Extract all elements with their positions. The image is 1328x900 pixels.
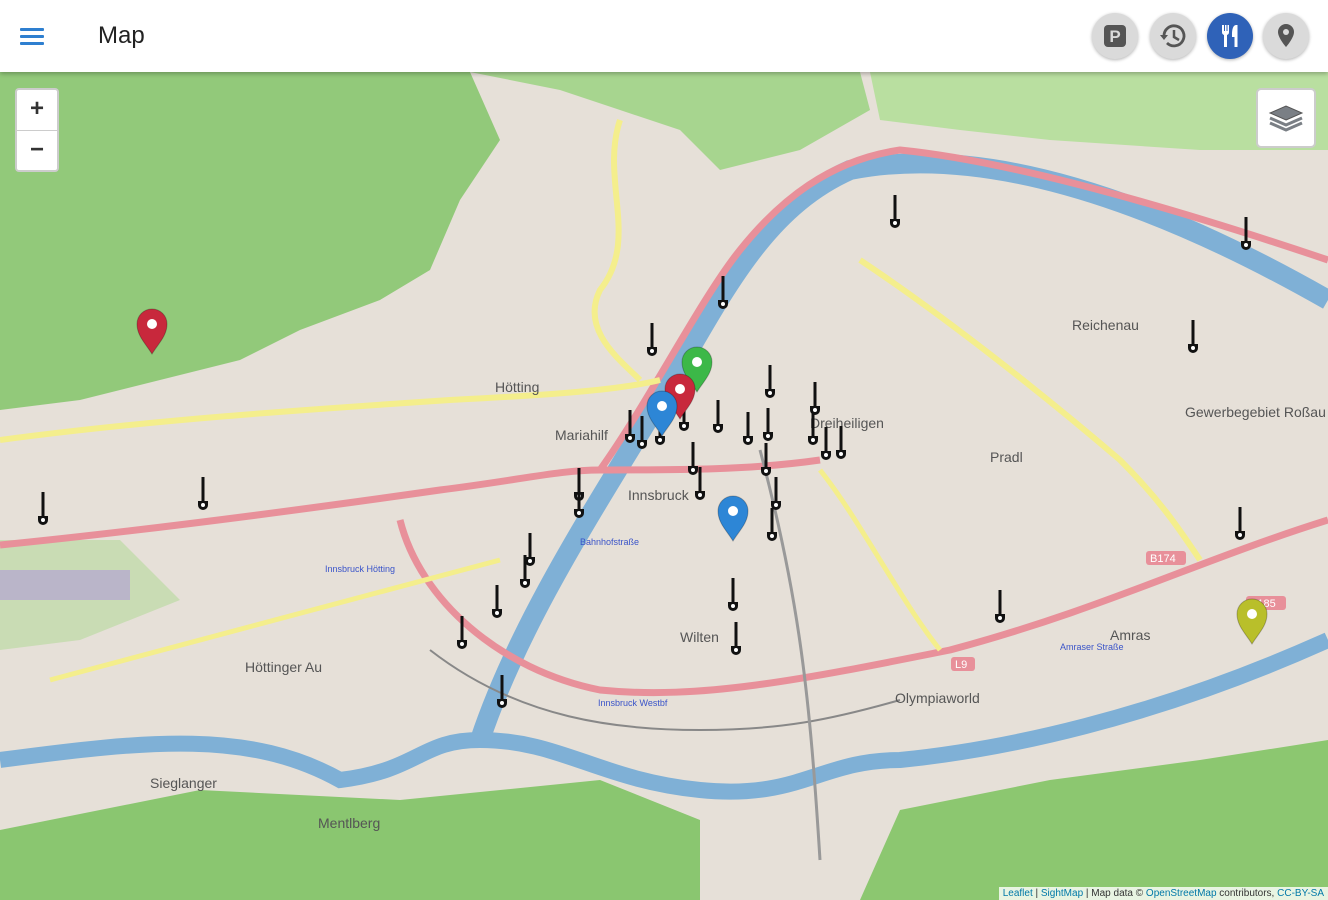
zoom-in-button[interactable]: + xyxy=(17,90,57,131)
page-title: Map xyxy=(98,22,145,49)
place-label: Mentlberg xyxy=(318,815,380,831)
svg-text:B174: B174 xyxy=(1150,553,1176,565)
place-label: Sieglanger xyxy=(150,775,217,791)
map-attribution: Leaflet | SightMap | Map data © OpenStre… xyxy=(998,887,1328,900)
place-label: Hötting xyxy=(495,379,539,395)
hamburger-menu-icon[interactable] xyxy=(14,20,54,52)
place-label: Höttinger Au xyxy=(245,659,322,675)
svg-text:P: P xyxy=(1109,27,1120,46)
place-label: Gewerbegebiet Roßau xyxy=(1185,404,1326,420)
osm-link[interactable]: OpenStreetMap xyxy=(1146,888,1217,899)
street-label: Innsbruck Westbf xyxy=(598,698,668,708)
road-number-label: B174 xyxy=(1146,551,1186,565)
street-label: Bahnhofstraße xyxy=(580,537,639,547)
place-label: Olympiaworld xyxy=(895,690,980,706)
attribution-contributors: contributors, xyxy=(1216,888,1278,899)
location-pin-icon xyxy=(1278,24,1294,47)
street-label: Innsbruck Hötting xyxy=(325,564,395,574)
license-link[interactable]: CC-BY-SA xyxy=(1277,888,1324,899)
sightmap-link[interactable]: SightMap xyxy=(1041,888,1083,899)
place-label: Amras xyxy=(1110,627,1150,643)
places-filter-button[interactable] xyxy=(1263,13,1309,59)
parking-icon: P xyxy=(1104,25,1126,47)
road-number-label: L9 xyxy=(951,657,975,671)
zoom-control: + − xyxy=(15,88,59,172)
place-label: Reichenau xyxy=(1072,317,1139,333)
parking-filter-button[interactable]: P xyxy=(1092,13,1138,59)
place-label: Mariahilf xyxy=(555,427,608,443)
place-label: Innsbruck xyxy=(628,487,690,503)
place-label: Dreiheiligen xyxy=(810,415,884,431)
leaflet-link[interactable]: Leaflet xyxy=(1003,888,1033,899)
street-label: Amraser Straße xyxy=(1060,642,1124,652)
fork-knife-icon xyxy=(1221,25,1238,47)
zoom-out-button[interactable]: − xyxy=(17,131,57,171)
restaurant-filter-button[interactable] xyxy=(1207,13,1253,59)
attribution-text: | Map data © xyxy=(1083,888,1146,899)
layers-icon xyxy=(1268,105,1304,132)
history-icon xyxy=(1160,24,1186,48)
attribution-separator: | xyxy=(1032,888,1041,899)
map-canvas[interactable]: Hötting Innsbruck Pradl Reichenau Wilten Hött… xyxy=(0,72,1328,900)
place-label: Wilten xyxy=(680,629,719,645)
layers-button[interactable] xyxy=(1256,88,1316,148)
app-bar: Map P xyxy=(0,0,1328,72)
history-filter-button[interactable] xyxy=(1150,13,1196,59)
place-label: Pradl xyxy=(990,449,1023,465)
map-view[interactable]: Hötting Innsbruck Pradl Reichenau Wilten Hött… xyxy=(0,72,1328,900)
runway xyxy=(0,570,130,600)
svg-text:L9: L9 xyxy=(955,659,967,671)
